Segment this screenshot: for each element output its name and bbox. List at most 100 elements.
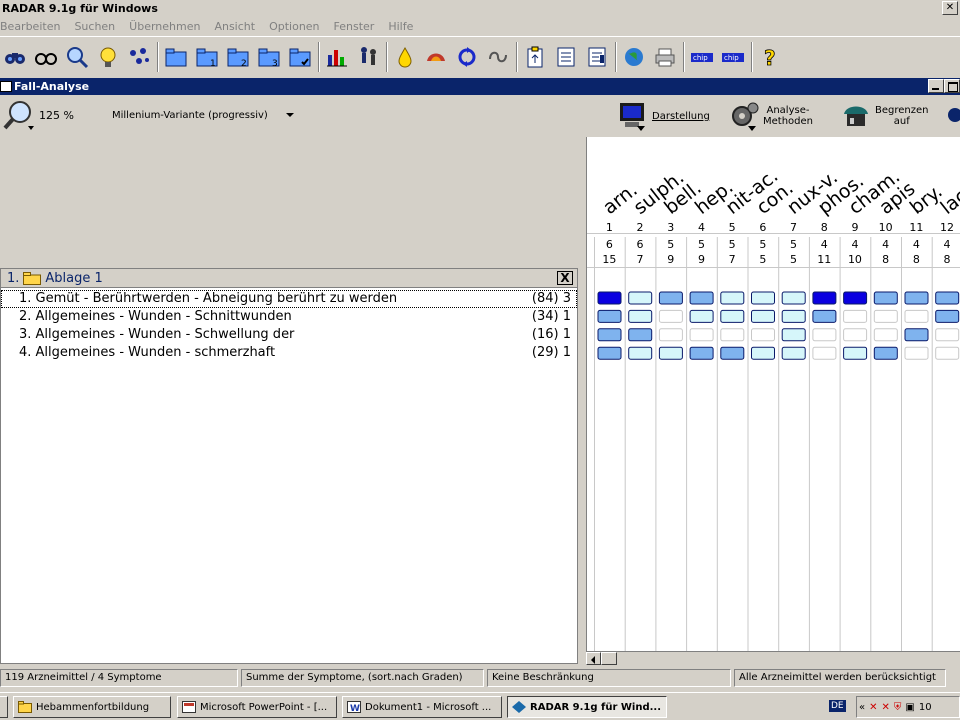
grade-cell[interactable]: [935, 346, 960, 360]
help-icon[interactable]: ?: [757, 42, 783, 72]
flame-icon[interactable]: [423, 42, 449, 72]
grade-cell[interactable]: [628, 328, 653, 342]
zoom-magnifier-icon[interactable]: [2, 98, 36, 132]
menu-ansicht[interactable]: Ansicht: [214, 20, 255, 33]
grade-cell[interactable]: [658, 346, 683, 360]
bar-chart-icon[interactable]: [324, 42, 350, 72]
list-out-icon[interactable]: [584, 42, 610, 72]
taskbar-button-active[interactable]: RADAR 9.1g für Wind...: [507, 696, 667, 718]
menu-optionen[interactable]: Optionen: [269, 20, 319, 33]
globe-button-icon[interactable]: [948, 108, 960, 122]
begrenzen-button[interactable]: Begrenzen auf: [840, 98, 928, 134]
clipboard-up-icon[interactable]: [522, 42, 548, 72]
grade-cell[interactable]: [628, 291, 653, 305]
grade-cell[interactable]: [628, 309, 653, 323]
taskbar-button[interactable]: Hebammenfortbildung: [13, 696, 171, 718]
knot-icon[interactable]: [485, 42, 511, 72]
grade-cell[interactable]: [781, 291, 806, 305]
grade-cell[interactable]: [812, 346, 837, 360]
grade-cell[interactable]: [751, 346, 775, 360]
app-close-button[interactable]: ✕: [942, 1, 958, 15]
grade-cell[interactable]: [597, 309, 622, 323]
grade-cell[interactable]: [843, 291, 868, 305]
analyse-methoden-button[interactable]: Analyse- Methoden: [728, 98, 813, 134]
close-pane-button[interactable]: X: [557, 271, 573, 285]
magnifier-icon[interactable]: [64, 42, 90, 72]
grade-cell[interactable]: [720, 291, 745, 305]
symptom-row[interactable]: 4. Allgemeines - Wunden - schmerzhaft (2…: [1, 344, 577, 362]
symptom-row[interactable]: 1. Gemüt - Berührtwerden - Abneigung ber…: [1, 290, 577, 308]
menu-fenster[interactable]: Fenster: [334, 20, 375, 33]
grade-cell[interactable]: [935, 291, 960, 305]
grade-cell[interactable]: [904, 309, 929, 323]
binoculars-icon[interactable]: [2, 42, 28, 72]
grade-cell[interactable]: [597, 328, 622, 342]
taskbar-button[interactable]: Microsoft PowerPoint - [...: [177, 696, 337, 718]
folder-open-icon[interactable]: [163, 42, 189, 72]
scroll-thumb[interactable]: [601, 652, 617, 665]
shield-icon[interactable]: ✕: [882, 702, 890, 713]
grade-cell[interactable]: [720, 346, 745, 360]
symptom-row[interactable]: 2. Allgemeines - Wunden - Schnittwunden …: [1, 308, 577, 326]
grade-cell[interactable]: [781, 328, 806, 342]
grade-cell[interactable]: [751, 309, 775, 323]
folder-1-icon[interactable]: 1: [194, 42, 220, 72]
drop-icon[interactable]: [392, 42, 418, 72]
dice-icon[interactable]: chip: [689, 42, 715, 72]
grade-cell[interactable]: [812, 309, 837, 323]
grade-cell[interactable]: [812, 291, 837, 305]
horizontal-scrollbar[interactable]: [586, 651, 960, 665]
grade-cell[interactable]: [873, 346, 898, 360]
maximize-button[interactable]: [944, 79, 960, 93]
security-icon[interactable]: ⛨: [894, 702, 902, 713]
grade-cell[interactable]: [843, 309, 868, 323]
folder-3-icon[interactable]: 3: [256, 42, 282, 72]
menu-uebernehmen[interactable]: Übernehmen: [129, 20, 200, 33]
grade-cell[interactable]: [843, 328, 868, 342]
darstellung-button[interactable]: Darstellung: [617, 98, 710, 134]
grade-cell[interactable]: [689, 328, 714, 342]
menu-bearbeiten[interactable]: Bearbeiten: [0, 20, 60, 33]
grade-cell[interactable]: [904, 291, 929, 305]
grade-cell[interactable]: [658, 291, 683, 305]
minimize-button[interactable]: [928, 79, 944, 93]
grade-cell[interactable]: [751, 328, 775, 342]
grade-cell[interactable]: [781, 309, 806, 323]
scroll-left-button[interactable]: [586, 652, 601, 665]
lightbulb-icon[interactable]: [95, 42, 121, 72]
grade-cell[interactable]: [751, 291, 775, 305]
dice-2-icon[interactable]: chip: [720, 42, 746, 72]
grade-cell[interactable]: [658, 328, 683, 342]
grade-cell[interactable]: [843, 346, 868, 360]
grade-cell[interactable]: [689, 291, 714, 305]
tray-expand-icon[interactable]: «: [859, 702, 865, 713]
grade-cell[interactable]: [689, 309, 714, 323]
taskbar-button[interactable]: W Dokument1 - Microsoft ...: [342, 696, 502, 718]
symptom-row[interactable]: 3. Allgemeines - Wunden - Schwellung der…: [1, 326, 577, 344]
globe-icon[interactable]: [621, 42, 647, 72]
grade-cell[interactable]: [904, 328, 929, 342]
grade-cell[interactable]: [720, 328, 745, 342]
grade-cell[interactable]: [597, 291, 622, 305]
grade-cell[interactable]: [597, 346, 622, 360]
cycle-icon[interactable]: [454, 42, 480, 72]
start-button[interactable]: [0, 696, 8, 718]
grade-cell[interactable]: [904, 346, 929, 360]
variant-dropdown[interactable]: Millenium-Variante (progressiv): [106, 105, 318, 125]
grade-cell[interactable]: [873, 291, 898, 305]
grade-cell[interactable]: [873, 309, 898, 323]
figures-icon[interactable]: [355, 42, 381, 72]
dots-icon[interactable]: [126, 42, 152, 72]
glasses-icon[interactable]: [33, 42, 59, 72]
network-icon[interactable]: ✕: [869, 702, 877, 713]
grade-cell[interactable]: [935, 309, 960, 323]
grade-cell[interactable]: [628, 346, 653, 360]
grade-cell[interactable]: [812, 328, 837, 342]
menu-hilfe[interactable]: Hilfe: [388, 20, 413, 33]
list-in-icon[interactable]: [553, 42, 579, 72]
grade-cell[interactable]: [689, 346, 714, 360]
grade-cell[interactable]: [658, 309, 683, 323]
folder-2-icon[interactable]: 2: [225, 42, 251, 72]
grade-cell[interactable]: [935, 328, 960, 342]
monitor-icon[interactable]: ▣: [905, 702, 914, 713]
